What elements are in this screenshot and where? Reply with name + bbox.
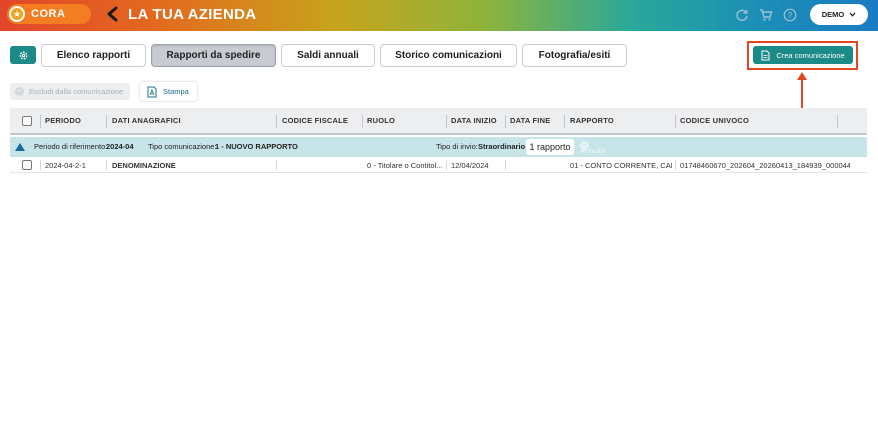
settings-button[interactable]	[10, 46, 36, 64]
gear-icon	[19, 51, 27, 59]
create-communication-button[interactable]: Crea comunicazione	[753, 46, 853, 64]
column-separator	[40, 115, 41, 128]
app-header: ★ CORA LA TUA AZIENDA ? DEMO	[0, 0, 878, 31]
column-separator	[106, 160, 107, 170]
user-label: DEMO	[821, 10, 845, 19]
exclude-label: Escludi dalla comunicazione	[29, 87, 124, 96]
pdf-icon	[147, 86, 157, 97]
cell-rapporto: 01 - CONTO CORRENTE, CAR...	[570, 161, 672, 170]
logo-text: CORA	[31, 8, 66, 20]
create-communication-label: Crea comunicazione	[776, 50, 845, 60]
column-separator	[276, 115, 277, 128]
refresh-icon[interactable]	[735, 8, 749, 22]
cell-dati-anagrafici: DENOMINAZIONE	[112, 161, 176, 170]
column-separator	[40, 160, 41, 170]
column-separator	[106, 115, 107, 128]
tab-rapporti-da-spedire[interactable]: Rapporti da spedire	[151, 44, 276, 67]
document-icon	[761, 50, 770, 60]
type-label: Tipo comunicazione:	[148, 142, 217, 151]
svg-text:?: ?	[788, 11, 793, 20]
column-header-periodo[interactable]: PERIODO	[45, 116, 81, 125]
column-separator	[446, 115, 447, 128]
cart-icon[interactable]	[759, 8, 773, 22]
print-label: Stampa	[163, 87, 189, 96]
chevron-down-icon	[849, 12, 856, 17]
column-header-data-fine[interactable]: DATA FINE	[510, 116, 550, 125]
cancel-button[interactable]: − Annulla	[580, 141, 605, 155]
period-value: 2024-04	[106, 142, 134, 151]
column-header-codice-fiscale[interactable]: CODICE FISCALE	[282, 116, 348, 125]
report-count-badge: 1 rapporto	[526, 139, 574, 155]
exclude-button[interactable]: − Escludi dalla comunicazione	[10, 83, 130, 100]
group-row[interactable]: Periodo di riferimento: 2024-04 Tipo com…	[10, 137, 867, 157]
logo-star-icon: ★	[9, 6, 25, 22]
column-separator	[675, 115, 676, 128]
column-separator	[362, 115, 363, 128]
tab-elenco-rapporti[interactable]: Elenco rapporti	[41, 44, 146, 67]
column-header-data-inizio[interactable]: DATA INIZIO	[451, 116, 497, 125]
tab-storico-comunicazioni[interactable]: Storico comunicazioni	[380, 44, 517, 67]
logo[interactable]: ★ CORA	[7, 4, 91, 24]
back-icon[interactable]	[105, 6, 119, 22]
table-row[interactable]: 2024-04-2-1 DENOMINAZIONE 0 - Titolare o…	[10, 157, 867, 173]
column-separator	[505, 160, 506, 170]
page-title: LA TUA AZIENDA	[128, 6, 257, 23]
cell-data-inizio: 12/04/2024	[451, 161, 489, 170]
tab-fotografia-esiti[interactable]: Fotografia/esiti	[522, 44, 627, 67]
column-separator	[505, 115, 506, 128]
column-header-rapporto[interactable]: RAPPORTO	[570, 116, 614, 125]
row-checkbox[interactable]	[22, 160, 32, 170]
table-header: PERIODO DATI ANAGRAFICI CODICE FISCALE R…	[10, 108, 867, 135]
column-header-dati-anagrafici[interactable]: DATI ANAGRAFICI	[112, 116, 181, 125]
column-separator	[675, 160, 676, 170]
column-header-codice-univoco[interactable]: CODICE UNIVOCO	[680, 116, 749, 125]
cell-codice-univoco: 01748460670_202604_20260413_184939_00004…	[680, 161, 850, 170]
type-value: 1 - NUOVO RAPPORTO	[215, 142, 298, 151]
column-separator	[446, 160, 447, 170]
column-separator	[564, 115, 565, 128]
cell-periodo: 2024-04-2-1	[45, 161, 86, 170]
cell-ruolo: 0 - Titolare o Contitol...	[367, 161, 443, 170]
column-header-ruolo[interactable]: RUOLO	[367, 116, 395, 125]
send-type-label: Tipo di invio:	[436, 142, 478, 151]
print-button[interactable]: Stampa	[140, 82, 197, 101]
period-label: Periodo di riferimento:	[34, 142, 108, 151]
select-all-checkbox[interactable]	[22, 116, 32, 126]
send-type-value: Straordinario	[478, 142, 526, 151]
cancel-label: Annulla	[580, 146, 606, 155]
column-separator	[837, 115, 838, 128]
minus-circle-icon: −	[15, 87, 24, 96]
tab-saldi-annuali[interactable]: Saldi annuali	[281, 44, 375, 67]
collapse-triangle-icon[interactable]	[15, 143, 25, 151]
help-icon[interactable]: ?	[783, 8, 797, 22]
user-menu-button[interactable]: DEMO	[810, 4, 868, 25]
column-separator	[276, 160, 277, 170]
